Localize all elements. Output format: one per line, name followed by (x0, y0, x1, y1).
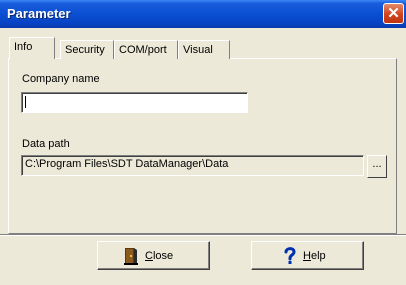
tab-visual[interactable]: Visual (178, 40, 230, 59)
window-close-button[interactable]: ✕ (383, 3, 404, 24)
tab-com-port[interactable]: COM/port (114, 40, 178, 59)
company-name-label: Company name (22, 73, 100, 85)
close-button[interactable]: Close (97, 241, 210, 270)
text-caret (25, 96, 26, 108)
help-button[interactable]: Help (251, 241, 364, 270)
data-path-value: C:\Program Files\SDT DataManager\Data (25, 158, 229, 170)
close-button-label: Close (145, 250, 174, 262)
window-title: Parameter (7, 6, 71, 21)
tab-security[interactable]: Security (60, 40, 114, 59)
footer-divider (0, 234, 406, 236)
company-name-input[interactable] (21, 92, 248, 113)
data-path-input[interactable]: C:\Program Files\SDT DataManager\Data (21, 155, 364, 176)
browse-button[interactable]: ... (367, 155, 387, 178)
tab-info[interactable]: Info (9, 37, 55, 59)
door-exit-icon (124, 247, 138, 268)
data-path-label: Data path (22, 138, 70, 150)
help-button-label: Help (303, 250, 326, 262)
title-bar[interactable]: Parameter ✕ (0, 0, 406, 28)
question-mark-icon (283, 246, 297, 269)
